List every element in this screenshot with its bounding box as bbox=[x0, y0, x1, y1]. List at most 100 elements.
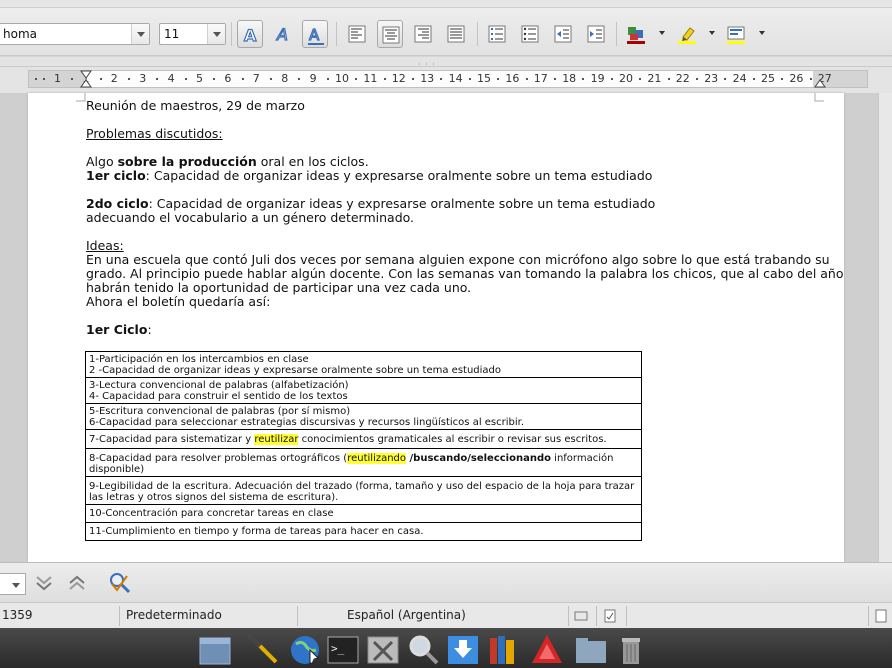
bullet-list-button[interactable] bbox=[517, 20, 543, 48]
office-app-icon[interactable] bbox=[530, 632, 564, 666]
table-cell[interactable]: 11-Cumplimiento en tiempo y forma de tar… bbox=[85, 522, 642, 541]
status-divider bbox=[568, 606, 569, 626]
find-previous-icon[interactable] bbox=[66, 572, 88, 594]
vertical-scrollbar[interactable] bbox=[878, 93, 892, 562]
doc-text: : Capacidad de organizar ideas y expresa… bbox=[145, 168, 653, 183]
ruler-tick-dot bbox=[241, 78, 244, 80]
ruler-tick-dot bbox=[184, 78, 187, 80]
font-color-button[interactable] bbox=[622, 20, 648, 48]
doc-heading: Ideas: bbox=[86, 238, 124, 253]
language-indicator[interactable]: Español (Argentina) bbox=[347, 608, 466, 622]
view-layout-icon[interactable] bbox=[874, 609, 888, 623]
word-count: 1359 bbox=[2, 608, 33, 622]
ruler-tick-label: 22 bbox=[675, 72, 690, 85]
font-color-icon bbox=[627, 27, 645, 44]
cell-text: conocimientos gramaticales al escribir o… bbox=[298, 434, 607, 445]
horizontal-ruler[interactable]: 1123456789101112131415161718192021222324… bbox=[28, 70, 868, 88]
page-corner-mark bbox=[76, 93, 86, 102]
browser-globe-icon[interactable] bbox=[288, 632, 322, 666]
window-icon[interactable] bbox=[198, 632, 232, 666]
find-next-icon[interactable] bbox=[33, 572, 55, 594]
table-cell[interactable]: 9-Legibilidad de la escritura. Adecuació… bbox=[85, 476, 642, 505]
ruler-tick-dot bbox=[128, 78, 130, 80]
italic-button[interactable]: A bbox=[270, 20, 296, 48]
doc-line: En una escuela que contó Juli dos veces … bbox=[86, 252, 830, 267]
doc-text: : bbox=[147, 322, 152, 337]
document-page[interactable]: Reunión de maestros, 29 de marzo Problem… bbox=[28, 93, 844, 562]
find-combo[interactable] bbox=[0, 573, 26, 595]
cell-text: 7-Capacidad para sistematizar y bbox=[89, 434, 255, 445]
ruler-tick-dot bbox=[639, 78, 642, 80]
chevron-down-icon[interactable] bbox=[709, 31, 715, 35]
trash-icon[interactable] bbox=[614, 632, 648, 666]
doc-bold-text: 1er Ciclo bbox=[86, 322, 148, 337]
screwdriver-icon[interactable] bbox=[246, 632, 280, 666]
font-name-combo[interactable]: homa bbox=[0, 23, 150, 45]
font-size-combo[interactable]: 11 bbox=[159, 23, 226, 45]
ruler-tick-label: 15 bbox=[477, 72, 491, 85]
ruler-divider bbox=[0, 66, 892, 67]
chevron-down-icon[interactable] bbox=[207, 24, 225, 44]
ruler-tick-dot bbox=[355, 78, 358, 80]
doc-line: Ahora el boletín quedaría así: bbox=[86, 294, 271, 309]
table-cell[interactable]: 7-Capacidad para sistematizar y reutiliz… bbox=[85, 429, 642, 449]
ruler-tick-label: 16 bbox=[505, 72, 520, 85]
increase-indent-button[interactable] bbox=[583, 20, 609, 48]
ruler-tick-dot bbox=[554, 78, 556, 80]
chevron-down-icon[interactable] bbox=[759, 31, 765, 35]
insert-mode-icon[interactable] bbox=[574, 609, 588, 623]
table-row: 7-Capacidad para sistematizar y reutiliz… bbox=[85, 429, 642, 449]
cell-text: 3-Lectura convencional de palabras (alfa… bbox=[89, 380, 349, 391]
align-right-button[interactable] bbox=[410, 20, 436, 48]
doc-line: 1er Ciclo: bbox=[86, 322, 152, 337]
align-center-button[interactable] bbox=[377, 20, 403, 48]
ruler-tick-dot bbox=[667, 78, 670, 80]
toolbar-separator bbox=[477, 22, 478, 46]
chevron-down-icon[interactable] bbox=[659, 31, 665, 35]
table-cell[interactable]: 5-Escritura convencional de palabras (po… bbox=[85, 403, 642, 430]
numbered-list-button[interactable] bbox=[484, 20, 510, 48]
highlight-color-button[interactable] bbox=[673, 20, 699, 48]
table-cell[interactable]: 10-Concentración para concretar tareas e… bbox=[85, 504, 642, 523]
doc-bold-text: sobre la producción bbox=[117, 154, 257, 169]
cell-text: 11-Cumplimiento en tiempo y forma de tar… bbox=[89, 526, 424, 537]
background-color-button[interactable] bbox=[722, 20, 748, 48]
justify-icon bbox=[447, 25, 465, 43]
folder-icon[interactable] bbox=[574, 632, 608, 666]
ruler-tick-label: 23 bbox=[704, 72, 719, 85]
terminal-icon[interactable]: >_ bbox=[326, 632, 360, 666]
ruler-tick-dot bbox=[412, 78, 414, 80]
page-style[interactable]: Predeterminado bbox=[126, 608, 222, 622]
doc-line: Reunión de maestros, 29 de marzo bbox=[86, 98, 305, 113]
doc-line: adecuando el vocabulario a un género det… bbox=[86, 210, 415, 225]
download-icon[interactable] bbox=[446, 632, 480, 666]
books-icon[interactable] bbox=[486, 632, 520, 666]
table-cell[interactable]: 1-Participación en los intercambios en c… bbox=[85, 351, 642, 378]
doc-heading: Problemas discutidos: bbox=[86, 126, 223, 141]
left-indent-marker[interactable] bbox=[80, 70, 92, 90]
toolbar-separator bbox=[336, 22, 337, 46]
document-modified-icon[interactable] bbox=[603, 609, 617, 623]
chevron-down-icon[interactable] bbox=[131, 24, 149, 44]
find-toolbar bbox=[0, 562, 892, 602]
bold-button[interactable]: A bbox=[237, 20, 263, 48]
toolbar-drag-handle[interactable]: · · · bbox=[418, 60, 436, 69]
justify-button[interactable] bbox=[443, 20, 469, 48]
doc-bold-text: 2do ciclo bbox=[86, 196, 149, 211]
doc-line: grado. Al principio puede hablar algún d… bbox=[86, 266, 844, 281]
ruler-tick-dot bbox=[781, 78, 784, 80]
find-replace-icon[interactable] bbox=[107, 570, 133, 596]
search-icon[interactable] bbox=[406, 632, 440, 666]
doc-line: 2do ciclo: Capacidad de organizar ideas … bbox=[86, 196, 655, 211]
underline-button[interactable]: A bbox=[302, 20, 328, 48]
ruler-tick-label: 17 bbox=[533, 72, 548, 85]
decrease-indent-button[interactable] bbox=[550, 20, 576, 48]
doc-text: oral en los ciclos. bbox=[256, 154, 369, 169]
align-left-button[interactable] bbox=[344, 20, 370, 48]
ruler-tick-label: 4 bbox=[167, 72, 175, 85]
right-indent-marker[interactable] bbox=[814, 70, 826, 90]
table-cell[interactable]: 3-Lectura convencional de palabras (alfa… bbox=[85, 377, 642, 404]
toolbar-top-strip bbox=[0, 0, 892, 8]
settings-tools-icon[interactable] bbox=[366, 632, 400, 666]
table-cell[interactable]: 8-Capacidad para resolver problemas orto… bbox=[85, 448, 642, 477]
